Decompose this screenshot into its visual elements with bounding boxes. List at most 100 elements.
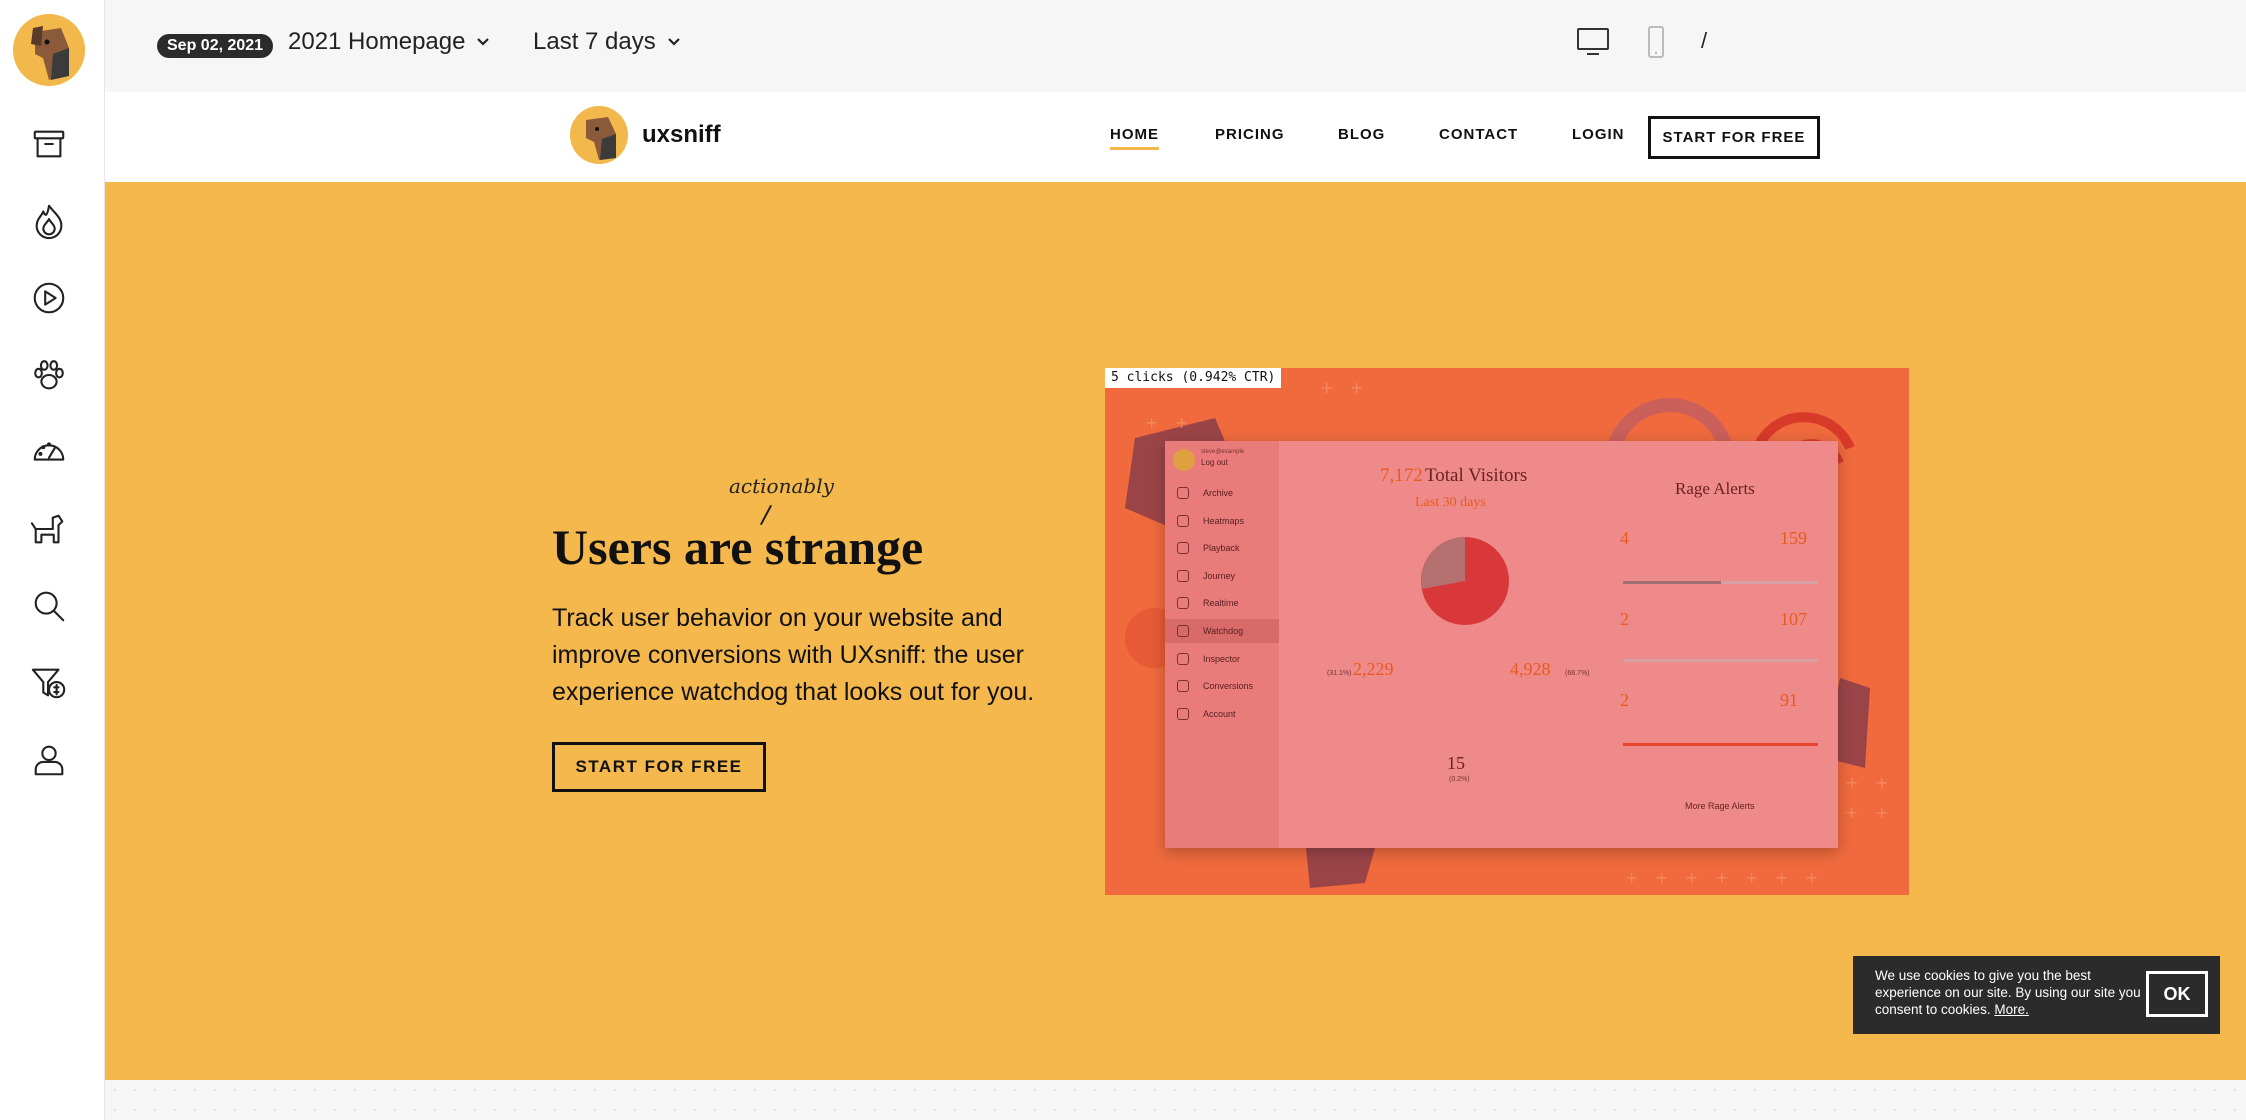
preview-stat-left-pct: (31.1%) [1327,670,1352,677]
site-header: uxsniff HOME PRICING BLOG CONTACT LOGIN … [105,92,2246,182]
playback-icon [1177,542,1189,554]
preview-side-item: Journey [1203,571,1236,581]
sidebar-item-watchdog[interactable] [25,505,73,553]
preview-side-item: Account [1203,709,1236,719]
heatmap-flame-icon [1177,515,1189,527]
chevron-down-icon [667,38,680,46]
hero-annotation: actionably [729,474,834,498]
hero-start-free-button[interactable]: START FOR FREE [552,742,766,792]
preview-visitors-range: Last 30 days [1415,495,1486,510]
top-toolbar: Sep 02, 2021 2021 Homepage Last 7 days / [105,0,2246,92]
cookie-more-link[interactable]: More. [1994,1002,2029,1017]
nav-start-free-button[interactable]: START FOR FREE [1648,116,1820,159]
date-badge: Sep 02, 2021 [157,34,274,58]
page-path: / [1701,28,1708,53]
sidebar-item-playback[interactable] [25,274,73,322]
click-stats-label: 5 clicks (0.942% CTR) [1105,368,1282,388]
preview-rage-bar-fill [1623,743,1818,746]
journey-paw-icon [1177,570,1189,582]
account-user-icon [34,745,64,776]
sidebar-item-journey[interactable] [25,351,73,399]
svg-text:+: + [1655,868,1668,887]
preview-pie-chart [1421,537,1509,625]
playback-icon [33,282,65,314]
preview-avatar [1173,449,1195,471]
nav-home[interactable]: HOME [1110,126,1159,150]
svg-text:+: + [1845,803,1858,822]
preview-dashboard: steve@example Log out Archive Heatmaps P… [1165,441,1838,848]
nav-pricing[interactable]: PRICING [1215,126,1285,143]
preview-rage-users: 4 [1620,528,1629,548]
desktop-icon[interactable] [1575,26,1611,58]
svg-text:+: + [1320,378,1333,397]
svg-text:+: + [1685,868,1698,887]
date-range-select[interactable]: Last 7 days [533,28,682,56]
svg-text:+: + [1175,413,1188,432]
journey-paw-icon [34,360,64,390]
preview-logout: Log out [1201,458,1228,467]
preview-rage-bar-fill [1623,581,1721,584]
archive-icon [33,130,65,158]
mobile-icon[interactable] [1641,26,1671,58]
nav-login[interactable]: LOGIN [1572,126,1625,143]
svg-text:+: + [1845,773,1858,792]
inspector-search-icon [1177,653,1189,665]
watchdog-dog-icon [1177,625,1189,637]
cookie-ok-button[interactable]: OK [2146,971,2208,1017]
device-toggle [1575,26,1671,58]
page-select-value: 2021 Homepage [288,28,466,55]
sidebar-item-conversions[interactable] [25,659,73,707]
watchdog-dog-icon [30,514,64,544]
archive-icon [1177,487,1189,499]
sidebar-item-account[interactable] [25,736,73,784]
svg-text:+: + [1745,868,1758,887]
sidebar-item-archive[interactable] [25,120,73,168]
nav-blog[interactable]: BLOG [1338,126,1385,143]
svg-text:+: + [1625,868,1638,887]
page-select[interactable]: 2021 Homepage [288,28,491,56]
preview-stat-right: 4,928 [1510,659,1551,679]
sidebar-item-heatmaps[interactable] [25,197,73,245]
preview-stat-bottom-pct: (0.2%) [1449,776,1470,783]
page-bottom-strip [105,1080,2246,1120]
sidebar-item-realtime[interactable] [25,428,73,476]
svg-text:+: + [1805,868,1818,887]
conversions-funnel-icon [31,668,66,699]
preview-visitors-label: Total Visitors [1425,465,1528,486]
svg-text:+: + [1875,803,1888,822]
app-logo-icon[interactable] [13,14,85,86]
preview-side-item: Inspector [1203,654,1241,664]
conversions-funnel-icon [1177,680,1189,692]
preview-stat-bottom: 15 [1447,753,1465,773]
sidebar-item-inspector[interactable] [25,582,73,630]
hero-subtitle: Track user behavior on your website and … [552,604,1035,706]
preview-side-item: Conversions [1203,681,1254,691]
preview-rage-users: 2 [1620,690,1629,710]
preview-side-item: Playback [1203,543,1240,553]
realtime-gauge-icon [33,442,65,461]
brand-name: uxsniff [642,121,721,148]
preview-more-rage-link: More Rage Alerts [1685,801,1755,811]
chevron-down-icon [477,38,490,46]
account-user-icon [1177,708,1189,720]
preview-rage-clicks: 107 [1780,609,1807,629]
realtime-gauge-icon [1177,597,1189,609]
nav-contact[interactable]: CONTACT [1439,126,1518,143]
preview-side-item: Watchdog [1203,626,1244,636]
brand[interactable]: uxsniff [570,106,721,164]
preview-stat-left: 2,229 [1353,659,1394,679]
cookie-banner: We use cookies to give you the best expe… [1853,956,2220,1034]
preview-rage-users: 2 [1620,609,1629,629]
preview-rage-clicks: 91 [1780,690,1798,710]
svg-text:+: + [1145,413,1158,432]
heatmap-flame-icon [35,204,63,240]
svg-text:+: + [1775,868,1788,887]
svg-text:+: + [1350,378,1363,397]
preview-rage-clicks: 159 [1780,528,1807,548]
hero-section: actionably Users are strange Track user … [105,182,2246,1080]
svg-text:+: + [1875,773,1888,792]
product-preview-image[interactable]: + + + + + + + + + + + + + + + steve@example Log ou… [1105,368,1909,895]
preview-user-email: steve@example [1201,449,1245,455]
preview-rage-title: Rage Alerts [1675,479,1755,498]
svg-text:+: + [1715,868,1728,887]
